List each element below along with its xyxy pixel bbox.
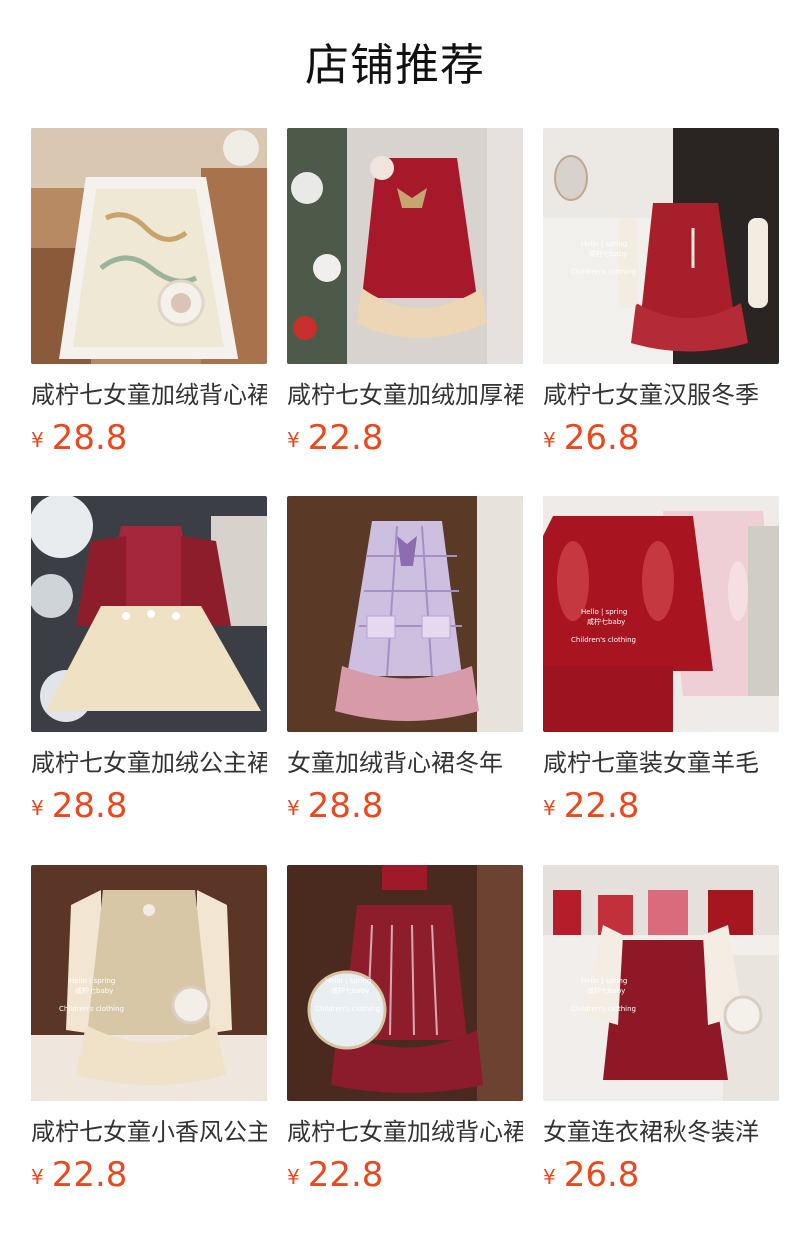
product-card[interactable]: Hello | spring 咸柠七baby Children's clothi… <box>543 865 779 1195</box>
product-card[interactable]: Hello | spring 咸柠七baby Children's clothi… <box>31 865 267 1195</box>
currency-symbol: ¥ <box>31 428 44 452</box>
product-card[interactable]: 咸柠七女童加绒背心裙冬季 ¥28.8 <box>31 128 267 458</box>
product-card[interactable]: 咸柠七女童加绒加厚裙 ¥22.8 <box>287 128 523 458</box>
svg-text:咸柠七baby: 咸柠七baby <box>589 249 627 258</box>
product-card[interactable]: Hello | spring 咸柠七baby Children's clothi… <box>543 128 779 458</box>
product-price: ¥22.8 <box>31 1155 127 1195</box>
product-name[interactable]: 咸柠七女童小香风公主 <box>31 1115 267 1149</box>
currency-symbol: ¥ <box>287 796 300 820</box>
currency-symbol: ¥ <box>287 1165 300 1189</box>
svg-text:Children's clothing: Children's clothing <box>315 1005 380 1013</box>
svg-text:Children's clothing: Children's clothing <box>571 1005 636 1013</box>
product-image[interactable]: Hello | spring 咸柠七baby Children's clothi… <box>543 496 779 732</box>
price-value: 28.8 <box>51 418 128 458</box>
svg-text:Hello | spring: Hello | spring <box>325 977 371 985</box>
product-name[interactable]: 咸柠七女童加绒公主裙 <box>31 746 267 780</box>
currency-symbol: ¥ <box>31 1165 44 1189</box>
product-image[interactable] <box>31 128 267 364</box>
svg-text:Children's clothing: Children's clothing <box>59 1005 124 1013</box>
product-name[interactable]: 咸柠七女童加绒背心裙 <box>287 1115 523 1149</box>
product-name[interactable]: 咸柠七女童汉服冬季 <box>543 378 779 412</box>
product-price: ¥28.8 <box>287 786 383 826</box>
product-image[interactable] <box>31 496 267 732</box>
svg-text:咸柠七baby: 咸柠七baby <box>331 986 369 995</box>
product-image[interactable]: Hello | spring 咸柠七baby Children's clothi… <box>31 865 267 1101</box>
price-value: 26.8 <box>563 418 640 458</box>
price-value: 28.8 <box>51 786 128 826</box>
product-image[interactable]: Hello | spring 咸柠七baby Children's clothi… <box>543 128 779 364</box>
svg-text:Children's clothing: Children's clothing <box>571 636 636 644</box>
product-image[interactable]: Hello | spring 咸柠七baby Children's clothi… <box>287 865 523 1101</box>
svg-text:Hello | spring: Hello | spring <box>581 240 627 248</box>
price-value: 22.8 <box>307 418 384 458</box>
product-price: ¥26.8 <box>543 418 639 458</box>
currency-symbol: ¥ <box>543 796 556 820</box>
price-value: 22.8 <box>307 1155 384 1195</box>
product-price: ¥28.8 <box>31 786 127 826</box>
currency-symbol: ¥ <box>287 428 300 452</box>
product-name[interactable]: 女童连衣裙秋冬装洋 <box>543 1115 779 1149</box>
product-card[interactable]: 咸柠七女童加绒公主裙 ¥28.8 <box>31 496 267 826</box>
currency-symbol: ¥ <box>543 428 556 452</box>
product-card[interactable]: Hello | spring 咸柠七baby Children's clothi… <box>287 865 523 1195</box>
product-price: ¥22.8 <box>287 1155 383 1195</box>
svg-text:Hello | spring: Hello | spring <box>581 608 627 616</box>
product-name[interactable]: 女童加绒背心裙冬年 <box>287 746 523 780</box>
product-price: ¥22.8 <box>287 418 383 458</box>
product-name[interactable]: 咸柠七童装女童羊毛 <box>543 746 779 780</box>
product-image[interactable] <box>287 128 523 364</box>
svg-text:Hello | spring: Hello | spring <box>581 977 627 985</box>
product-card[interactable]: 女童加绒背心裙冬年 ¥28.8 <box>287 496 523 826</box>
svg-text:咸柠七baby: 咸柠七baby <box>75 986 113 995</box>
svg-text:咸柠七baby: 咸柠七baby <box>587 986 625 995</box>
section-title: 店铺推荐 <box>305 40 485 91</box>
price-value: 22.8 <box>563 786 640 826</box>
svg-text:Hello | spring: Hello | spring <box>69 977 115 985</box>
price-value: 22.8 <box>51 1155 128 1195</box>
price-value: 28.8 <box>307 786 384 826</box>
product-name[interactable]: 咸柠七女童加绒加厚裙 <box>287 378 523 412</box>
product-price: ¥22.8 <box>543 786 639 826</box>
svg-text:Children's clothing: Children's clothing <box>571 268 636 276</box>
product-price: ¥28.8 <box>31 418 127 458</box>
product-image[interactable] <box>287 496 523 732</box>
currency-symbol: ¥ <box>543 1165 556 1189</box>
product-image[interactable]: Hello | spring 咸柠七baby Children's clothi… <box>543 865 779 1101</box>
price-value: 26.8 <box>563 1155 640 1195</box>
product-card[interactable]: Hello | spring 咸柠七baby Children's clothi… <box>543 496 779 826</box>
svg-text:咸柠七baby: 咸柠七baby <box>587 617 625 626</box>
currency-symbol: ¥ <box>31 796 44 820</box>
product-price: ¥26.8 <box>543 1155 639 1195</box>
product-name[interactable]: 咸柠七女童加绒背心裙冬季 <box>31 378 267 412</box>
